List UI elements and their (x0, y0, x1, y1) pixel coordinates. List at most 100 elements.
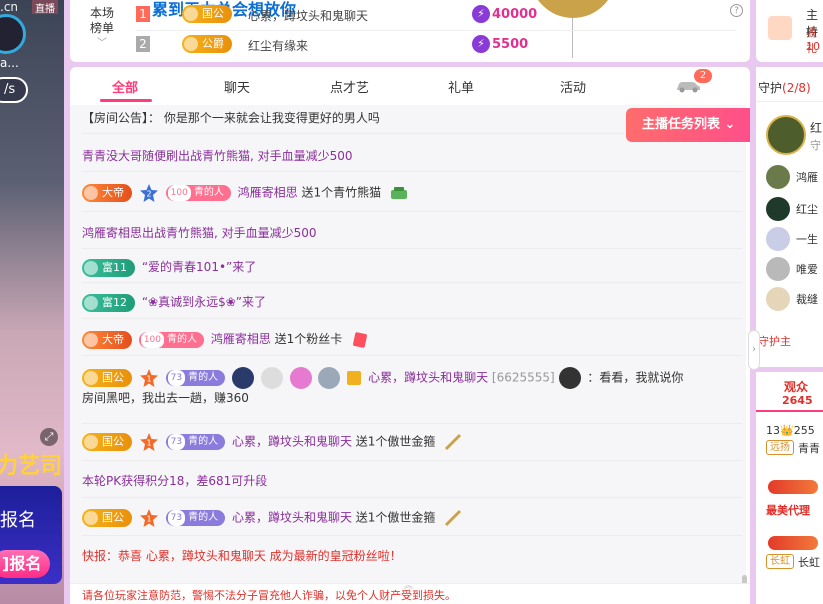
divider (756, 101, 823, 102)
car-count-badge: 2 (694, 69, 712, 83)
host-task-list-button[interactable]: 主播任务列表 ⌄ (626, 108, 750, 142)
gift-text: 送1个傲世金箍 (351, 510, 436, 525)
audience-tag: 远扬 (766, 440, 794, 455)
help-icon[interactable]: ? (730, 4, 743, 17)
crown-badge (768, 536, 818, 550)
host-name: a... (0, 56, 19, 70)
tab-talent[interactable]: 点才艺 (330, 77, 369, 96)
signup-button[interactable]: ]报名 (0, 550, 50, 578)
gift-text: 送1个傲世金箍 (351, 434, 436, 449)
ranking-user-name[interactable]: 心累，蹲坟头和鬼聊天 (248, 7, 368, 24)
star-level-icon: 2 (139, 184, 158, 202)
guard-name: 一生 (796, 233, 818, 246)
chat-user-name[interactable]: 鸿雁寄相思 (238, 186, 298, 200)
ranking-score: 5500 (492, 37, 529, 52)
host-avatar[interactable] (0, 14, 26, 54)
tab-activity[interactable]: 活动 (560, 77, 586, 96)
guard-name: 红尘 (796, 203, 818, 216)
chat-user-name[interactable]: 心累，蹲坟头和鬼聊天 (232, 435, 352, 449)
svg-text:1: 1 (146, 375, 151, 384)
tab-gift-list[interactable]: 礼单 (448, 77, 474, 96)
gift-text: 送1个青竹熊猫 (297, 185, 382, 200)
chat-user-name[interactable]: 鸿雁寄相思 (211, 332, 271, 346)
news-flash: 快报：恭喜 心累，蹲坟头和鬼聊天 成为最新的皇冠粉丝啦！ (82, 547, 742, 565)
video-stream[interactable]: .cn 直播 a... /s ⤢ 力艺司 报名 ]报名 (0, 0, 64, 604)
tab-all[interactable]: 全部 (112, 77, 138, 96)
ranking-row[interactable]: 2 公爵 红尘有缘来 ⚡ 5500 (136, 32, 656, 58)
system-message: 本轮PK获得积分18，差681可升段 (82, 474, 268, 488)
guard-item[interactable]: 一生 (766, 227, 823, 251)
task-button-label: 主播任务列表 (642, 117, 721, 132)
guard-item[interactable]: 鸿雁 (766, 165, 823, 189)
gift-message: 大帝 100 青的人 鸿雁寄相思 送1个粉丝卡 (82, 330, 742, 349)
live-tag: 直播 (32, 0, 58, 15)
divider (82, 248, 742, 249)
rank-number: 1 (136, 6, 150, 22)
ranking-row[interactable]: 1 国公 心累，蹲坟头和鬼聊天 ⚡ 40000 (136, 2, 656, 28)
promo-label: 报名 (0, 510, 36, 531)
audience-row[interactable]: 长虹 长虹 (764, 534, 823, 574)
audience-row[interactable]: 13👑255 远扬 青青 (764, 422, 823, 462)
announcement-text: 你是那个一来就会让我变得更好的男人吗 (163, 111, 380, 125)
avatar (766, 287, 790, 311)
avatar (766, 227, 790, 251)
ranking-divider (136, 30, 736, 31)
svg-text:1: 1 (146, 439, 151, 448)
ranking-user-name[interactable]: 红尘有缘来 (248, 37, 308, 54)
top-guard-avatar[interactable] (766, 115, 806, 155)
chevron-right-icon[interactable]: › (748, 330, 760, 370)
session-ranking: 本场 榜单 ﹀ 累到无力总会想放你 1 国公 心累，蹲坟头和鬼聊天 ⚡ 4000… (70, 0, 750, 62)
chat-user-name[interactable]: 心累，蹲坟头和鬼聊天 (146, 549, 266, 563)
medal-icon (289, 367, 312, 389)
coin-icon: ⚡ (472, 35, 490, 53)
fan-card-gift-icon (353, 331, 368, 348)
system-message: 鸿雁寄相思出战青竹熊猫, 对手血量减少500 (82, 226, 317, 240)
star-level-icon: 1 (139, 433, 158, 451)
guard-name: 唯爱 (796, 263, 818, 276)
enter-text: “爱的青春101•”来了 (141, 260, 257, 274)
promo-title: 力艺司 (0, 454, 63, 479)
enter-message: 富12 “❀真诚到永远$❀”来了 (82, 293, 742, 312)
admin-icon (347, 371, 362, 385)
chat-message: 国公 1 73 青的人 心累，蹲坟头和鬼聊天 [6625555] ：看看，我就说你… (82, 367, 742, 407)
ranking-label-line1: 本场 (89, 6, 114, 20)
guard-item[interactable]: 裁缝 (766, 287, 823, 311)
guard-item[interactable]: 红尘 (766, 197, 823, 221)
audience-count: 2645 (782, 394, 813, 407)
host-card-sub2: 10 (806, 40, 820, 53)
divider (82, 355, 742, 356)
watermark: .cn (0, 0, 19, 14)
gift-text: 送1个粉丝卡 (270, 332, 343, 346)
fan-level-badge: 73 青的人 (165, 434, 226, 450)
audience-row[interactable]: 最美代理 (764, 478, 823, 518)
top-guard-name: 红 (810, 121, 823, 135)
guard-more-link[interactable]: 守护主 (758, 333, 791, 349)
audience-tab[interactable]: 观众 2645 (756, 372, 823, 412)
svg-text:1: 1 (146, 515, 151, 524)
medal-icon (231, 367, 254, 389)
noble-badge: 国公 (82, 369, 132, 387)
audience-name: 长虹 (798, 556, 820, 569)
guard-item[interactable]: 唯爱 (766, 257, 823, 281)
guard-name: 鸿雁 (796, 171, 818, 184)
chat-user-name[interactable]: 心累，蹲坟头和鬼聊天 (368, 371, 488, 385)
audience-list: 观众 2645 13👑255 远扬 青青 最美代理 长虹 长虹 (756, 372, 823, 604)
chat-user-name[interactable]: 心累，蹲坟头和鬼聊天 (232, 511, 352, 525)
crown-badge (768, 480, 818, 494)
wealth-badge: 富11 (82, 258, 135, 277)
ranking-label[interactable]: 本场 榜单 ﹀ (82, 6, 122, 51)
live-room-page: .cn 直播 a... /s ⤢ 力艺司 报名 ]报名 本场 榜单 ﹀ 累到无力… (0, 0, 823, 604)
chat-tabs: 全部 聊天 点才艺 礼单 活动 2 (70, 67, 750, 103)
user-id: [6625555] (491, 370, 555, 385)
host-gift-card[interactable]: 主持 收礼 10 (756, 0, 823, 62)
enter-message: 富11 “爱的青春101•”来了 (82, 258, 742, 277)
expand-icon[interactable]: ⤢ (40, 428, 58, 446)
fraud-notice: 请各位玩家注意防范，警惕不法分子冒充他人诈骗，以免个人财产受到损失。 (82, 589, 456, 602)
fan-level-badge: 100 青的人 (138, 331, 205, 348)
announcement-prefix: 【房间公告】： (82, 111, 161, 125)
follow-pill[interactable]: /s (0, 77, 28, 103)
chat-messages[interactable]: 【房间公告】： 你是那个一来就会让我变得更好的男人吗 青青没大哥随便刷出战青竹熊… (70, 105, 747, 604)
noble-badge: 国公 (182, 5, 232, 23)
audience-tag: 长虹 (766, 554, 794, 569)
tab-chat[interactable]: 聊天 (224, 77, 250, 96)
